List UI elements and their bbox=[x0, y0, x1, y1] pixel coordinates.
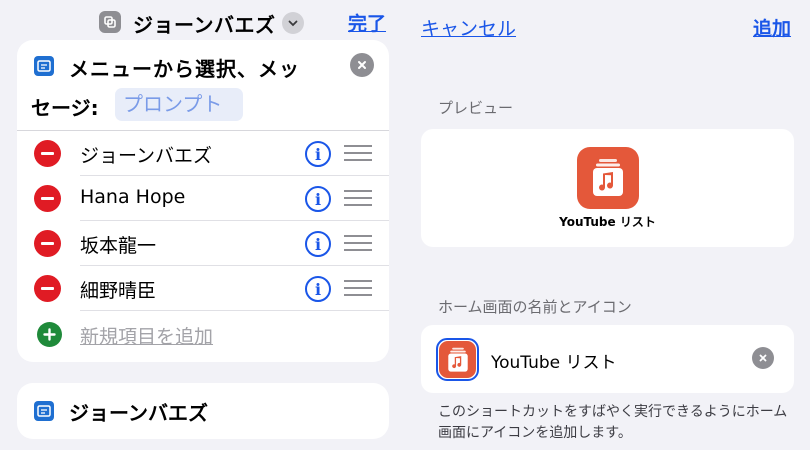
music-list-icon[interactable] bbox=[439, 341, 476, 378]
preview-section-label: プレビュー bbox=[438, 99, 514, 117]
info-icon[interactable]: i bbox=[305, 186, 331, 212]
shortcut-editor-panel: ジョーンバエズ 完了 メニューから選択、メッ セージ: プロンプト ジョーンバエ… bbox=[0, 0, 405, 450]
home-section-label: ホーム画面の名前とアイコン bbox=[438, 298, 632, 316]
menu-item-row: 坂本龍一 i bbox=[17, 221, 389, 266]
info-icon[interactable]: i bbox=[305, 276, 331, 302]
clear-text-icon[interactable] bbox=[752, 347, 774, 369]
add-item-icon[interactable] bbox=[37, 322, 62, 347]
info-icon[interactable]: i bbox=[305, 141, 331, 167]
info-icon[interactable]: i bbox=[305, 231, 331, 257]
preview-shortcut-name: YouTube リスト bbox=[559, 215, 656, 229]
music-list-icon bbox=[577, 147, 639, 209]
cancel-button[interactable]: キャンセル bbox=[421, 14, 516, 41]
menu-item-row: 細野晴臣 i bbox=[17, 266, 389, 311]
done-button[interactable]: 完了 bbox=[348, 9, 386, 36]
menu-item-row: ジョーンバエズ i bbox=[17, 131, 389, 176]
delete-item-icon[interactable] bbox=[34, 275, 61, 302]
layers-icon[interactable] bbox=[99, 11, 121, 33]
delete-item-icon[interactable] bbox=[34, 185, 61, 212]
menu-item-label[interactable]: ジョーンバエズ bbox=[80, 141, 212, 168]
shortcut-icon bbox=[34, 56, 54, 76]
add-to-home-panel: キャンセル 追加 プレビュー YouTube リスト ホーム画面の名前とアイコン bbox=[405, 0, 810, 450]
drag-handle-icon[interactable] bbox=[344, 280, 372, 297]
editor-top-bar: ジョーンバエズ 完了 bbox=[0, 0, 405, 44]
menu-item-row: Hana Hope i bbox=[17, 176, 389, 221]
shortcut-icon bbox=[34, 401, 54, 421]
add-button[interactable]: 追加 bbox=[753, 14, 791, 41]
menu-item-label[interactable]: 細野晴臣 bbox=[80, 276, 156, 303]
drag-handle-icon[interactable] bbox=[344, 235, 372, 252]
next-action-card[interactable]: ジョーンバエズ bbox=[17, 383, 389, 439]
shortcut-title[interactable]: ジョーンバエズ bbox=[133, 9, 276, 38]
add-item-label[interactable]: 新規項目を追加 bbox=[80, 322, 213, 349]
preview-card: YouTube リスト bbox=[421, 129, 794, 247]
next-action-title: ジョーンバエズ bbox=[69, 401, 208, 425]
add-item-row[interactable]: 新規項目を追加 bbox=[17, 312, 389, 357]
prompt-input[interactable]: プロンプト bbox=[115, 88, 243, 121]
drag-handle-icon[interactable] bbox=[344, 190, 372, 207]
menu-message-line2: セージ: bbox=[31, 96, 99, 120]
drag-handle-icon[interactable] bbox=[344, 145, 372, 162]
choose-from-menu-action: メニューから選択、メッ セージ: プロンプト ジョーンバエズ i Hana Ho… bbox=[17, 40, 389, 362]
remove-action-icon[interactable] bbox=[350, 53, 374, 77]
home-footnote: このショートカットをすばやく実行できるようにホーム画面にアイコンを追加します。 bbox=[438, 404, 788, 441]
icon-picker[interactable] bbox=[436, 338, 479, 381]
home-name-card: YouTube リスト bbox=[421, 325, 794, 393]
home-name-field[interactable]: YouTube リスト bbox=[491, 348, 617, 373]
menu-item-label[interactable]: Hana Hope bbox=[80, 186, 185, 208]
delete-item-icon[interactable] bbox=[34, 230, 61, 257]
menu-item-label[interactable]: 坂本龍一 bbox=[80, 231, 156, 258]
chevron-down-icon[interactable] bbox=[282, 12, 304, 34]
menu-message-line1: メニューから選択、メッ bbox=[69, 57, 300, 81]
delete-item-icon[interactable] bbox=[34, 140, 61, 167]
